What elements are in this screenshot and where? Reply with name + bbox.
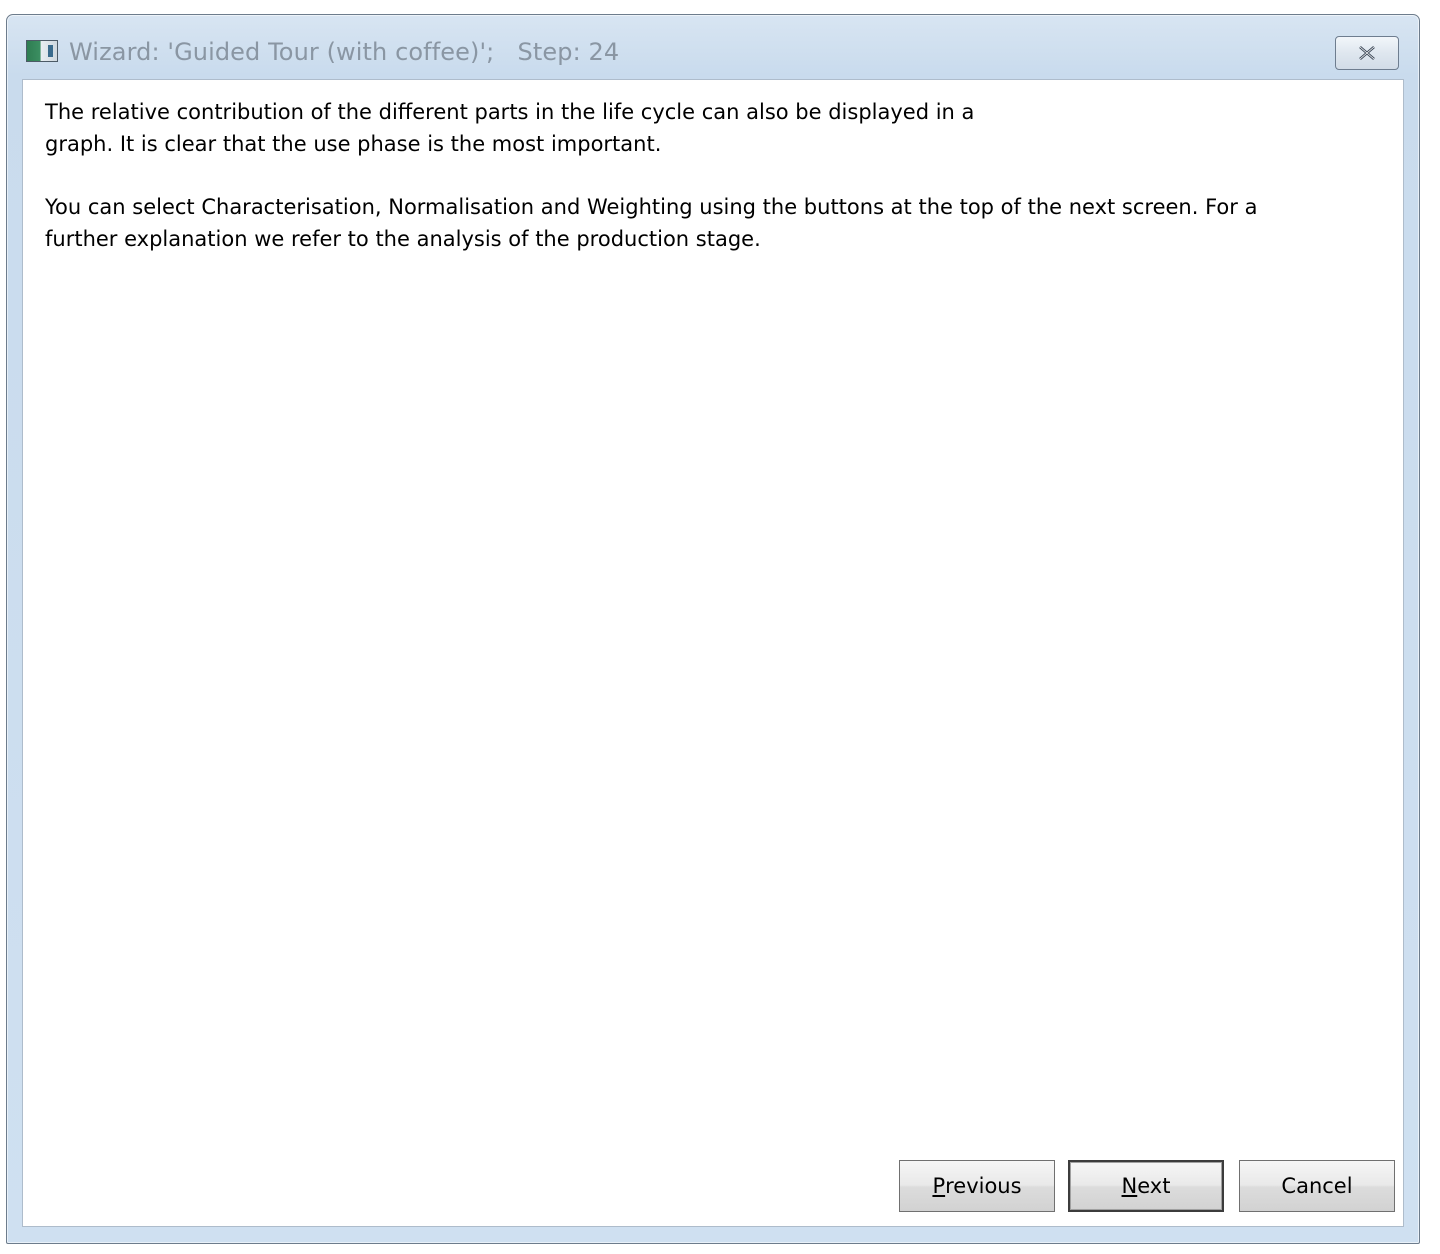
app-window-icon: [26, 40, 58, 62]
next-button-accelerator: N: [1121, 1174, 1138, 1198]
instruction-paragraph-2: You can select Characterisation, Normali…: [45, 195, 1258, 251]
window-title: Wizard: 'Guided Tour (with coffee)'; Ste…: [69, 38, 620, 66]
next-button[interactable]: Next: [1068, 1160, 1224, 1212]
next-button-label: ext: [1137, 1174, 1171, 1198]
previous-button-accelerator: P: [932, 1174, 946, 1198]
close-icon: [1359, 46, 1375, 60]
previous-button-label: revious: [945, 1174, 1022, 1198]
close-button[interactable]: [1335, 36, 1399, 70]
wizard-window: Wizard: 'Guided Tour (with coffee)'; Ste…: [6, 14, 1420, 1244]
instruction-paragraph-1: The relative contribution of the differe…: [45, 100, 975, 156]
title-bar[interactable]: Wizard: 'Guided Tour (with coffee)'; Ste…: [7, 15, 1419, 79]
cancel-button[interactable]: Cancel: [1239, 1160, 1395, 1212]
wizard-content: The relative contribution of the differe…: [22, 79, 1404, 1227]
previous-button[interactable]: Previous: [899, 1160, 1055, 1212]
